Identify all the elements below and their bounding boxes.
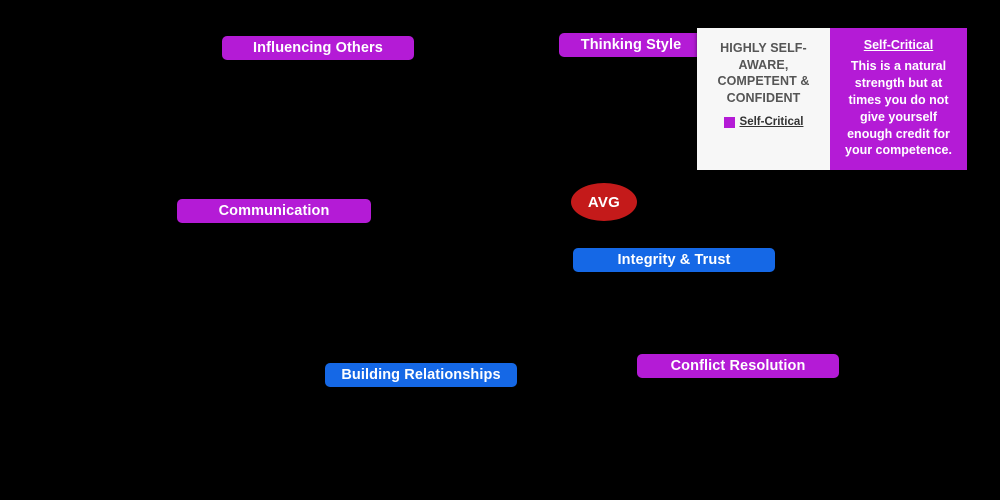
data-point-label: Influencing Others	[253, 39, 383, 56]
data-point-thinking-style[interactable]: Thinking Style	[558, 33, 704, 57]
data-point-label: Building Relationships	[341, 366, 501, 383]
data-point-label: Integrity & Trust	[617, 251, 731, 268]
chart-tooltip: HIGHLY SELF-AWARE, COMPETENT & CONFIDENT…	[697, 28, 967, 171]
tooltip-legend-label: Self-Critical	[739, 116, 804, 128]
data-point-conflict-resolution[interactable]: Conflict Resolution	[637, 354, 839, 378]
data-point-communication[interactable]: Communication	[177, 199, 371, 223]
data-point-influencing-others[interactable]: Influencing Others	[222, 36, 414, 60]
tooltip-summary-panel: HIGHLY SELF-AWARE, COMPETENT & CONFIDENT…	[697, 28, 830, 171]
tooltip-legend: Self-Critical	[723, 116, 804, 129]
tooltip-heading: HIGHLY SELF-AWARE, COMPETENT & CONFIDENT	[717, 41, 810, 105]
data-point-label: Thinking Style	[580, 36, 682, 53]
data-point-label: Communication	[218, 202, 330, 219]
data-point-building-relationships[interactable]: Building Relationships	[325, 363, 517, 387]
tooltip-detail-title: Self-Critical	[863, 38, 934, 52]
tooltip-detail-panel: Self-Critical This is a natural strength…	[830, 28, 967, 171]
tooltip-detail-body: This is a natural strength but at times …	[845, 59, 952, 158]
legend-swatch-icon	[723, 117, 735, 129]
data-point-label: AVG	[587, 193, 621, 211]
data-point-integrity-trust[interactable]: Integrity & Trust	[573, 248, 775, 272]
data-point-label: Conflict Resolution	[670, 357, 806, 374]
avg-marker-avg[interactable]: AVG	[571, 183, 637, 221]
chart-canvas: Influencing Others Thinking Style Communic…	[0, 0, 1000, 500]
